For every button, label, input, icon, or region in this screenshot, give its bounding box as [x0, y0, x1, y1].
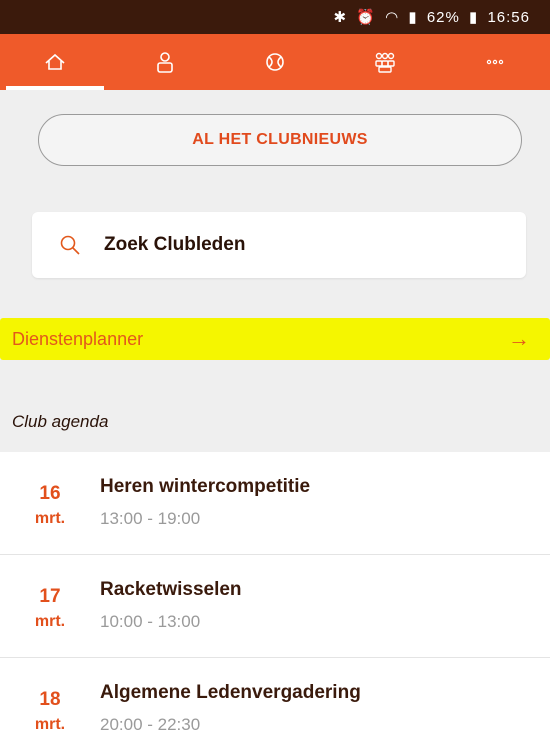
event-day: 18 [39, 689, 61, 710]
event-date: 17 mrt. [30, 585, 70, 633]
bluetooth-icon: ✱ [333, 9, 348, 26]
event-title: Racketwisselen [100, 579, 242, 600]
signal-icon: ▮ [408, 9, 418, 26]
search-icon [60, 235, 80, 255]
more-icon [486, 59, 504, 65]
event-month: mrt. [34, 716, 66, 733]
tab-sport[interactable] [220, 34, 330, 90]
agenda-item[interactable]: 16 mrt. Heren wintercompetitie 13:00 - 1… [0, 452, 550, 555]
tab-members[interactable] [330, 34, 440, 90]
event-title: Heren wintercompetitie [100, 476, 311, 497]
event-title: Algemene Ledenvergadering [100, 682, 361, 703]
person-icon [157, 52, 173, 73]
tab-bar [0, 34, 550, 90]
wifi-icon: ◠ [385, 9, 400, 26]
tab-home[interactable] [0, 34, 110, 90]
event-day: 16 [39, 483, 61, 504]
group-icon [375, 52, 395, 73]
event-time: 10:00 - 13:00 [100, 612, 201, 631]
event-date: 18 mrt. [30, 688, 70, 736]
search-label: Zoek Clubleden [104, 234, 246, 255]
agenda-title: Club agenda [12, 412, 109, 431]
all-clubnews-button[interactable]: AL HET CLUBNIEUWS [38, 114, 522, 166]
dienstenplanner-link[interactable]: Dienstenplanner → [0, 318, 550, 360]
event-time: 20:00 - 22:30 [100, 715, 201, 734]
alarm-icon: ⏰ [356, 9, 376, 26]
status-icons: ✱ ⏰ ◠ ▮ 62% ▮ 16:56 [330, 8, 531, 26]
agenda-list: 16 mrt. Heren wintercompetitie 13:00 - 1… [0, 452, 550, 747]
battery-level: 62% [426, 9, 460, 26]
event-day: 17 [39, 586, 61, 607]
tab-more[interactable] [440, 34, 550, 90]
event-month: mrt. [34, 510, 66, 527]
event-month: mrt. [34, 613, 66, 630]
agenda-item[interactable]: 18 mrt. Algemene Ledenvergadering 20:00 … [0, 658, 550, 747]
battery-icon: ▮ [469, 9, 479, 26]
member-search[interactable]: Zoek Clubleden [32, 212, 526, 278]
event-date: 16 mrt. [30, 482, 70, 530]
event-time: 13:00 - 19:00 [100, 509, 201, 528]
home-icon [45, 53, 65, 70]
agenda-item[interactable]: 17 mrt. Racketwisselen 10:00 - 13:00 [0, 555, 550, 658]
status-bar: ✱ ⏰ ◠ ▮ 62% ▮ 16:56 [0, 0, 550, 34]
arrow-right-icon: → [508, 326, 530, 351]
tab-profile[interactable] [110, 34, 220, 90]
clock: 16:56 [487, 9, 530, 26]
planner-label: Dienstenplanner [12, 328, 144, 349]
ball-icon [266, 53, 284, 71]
